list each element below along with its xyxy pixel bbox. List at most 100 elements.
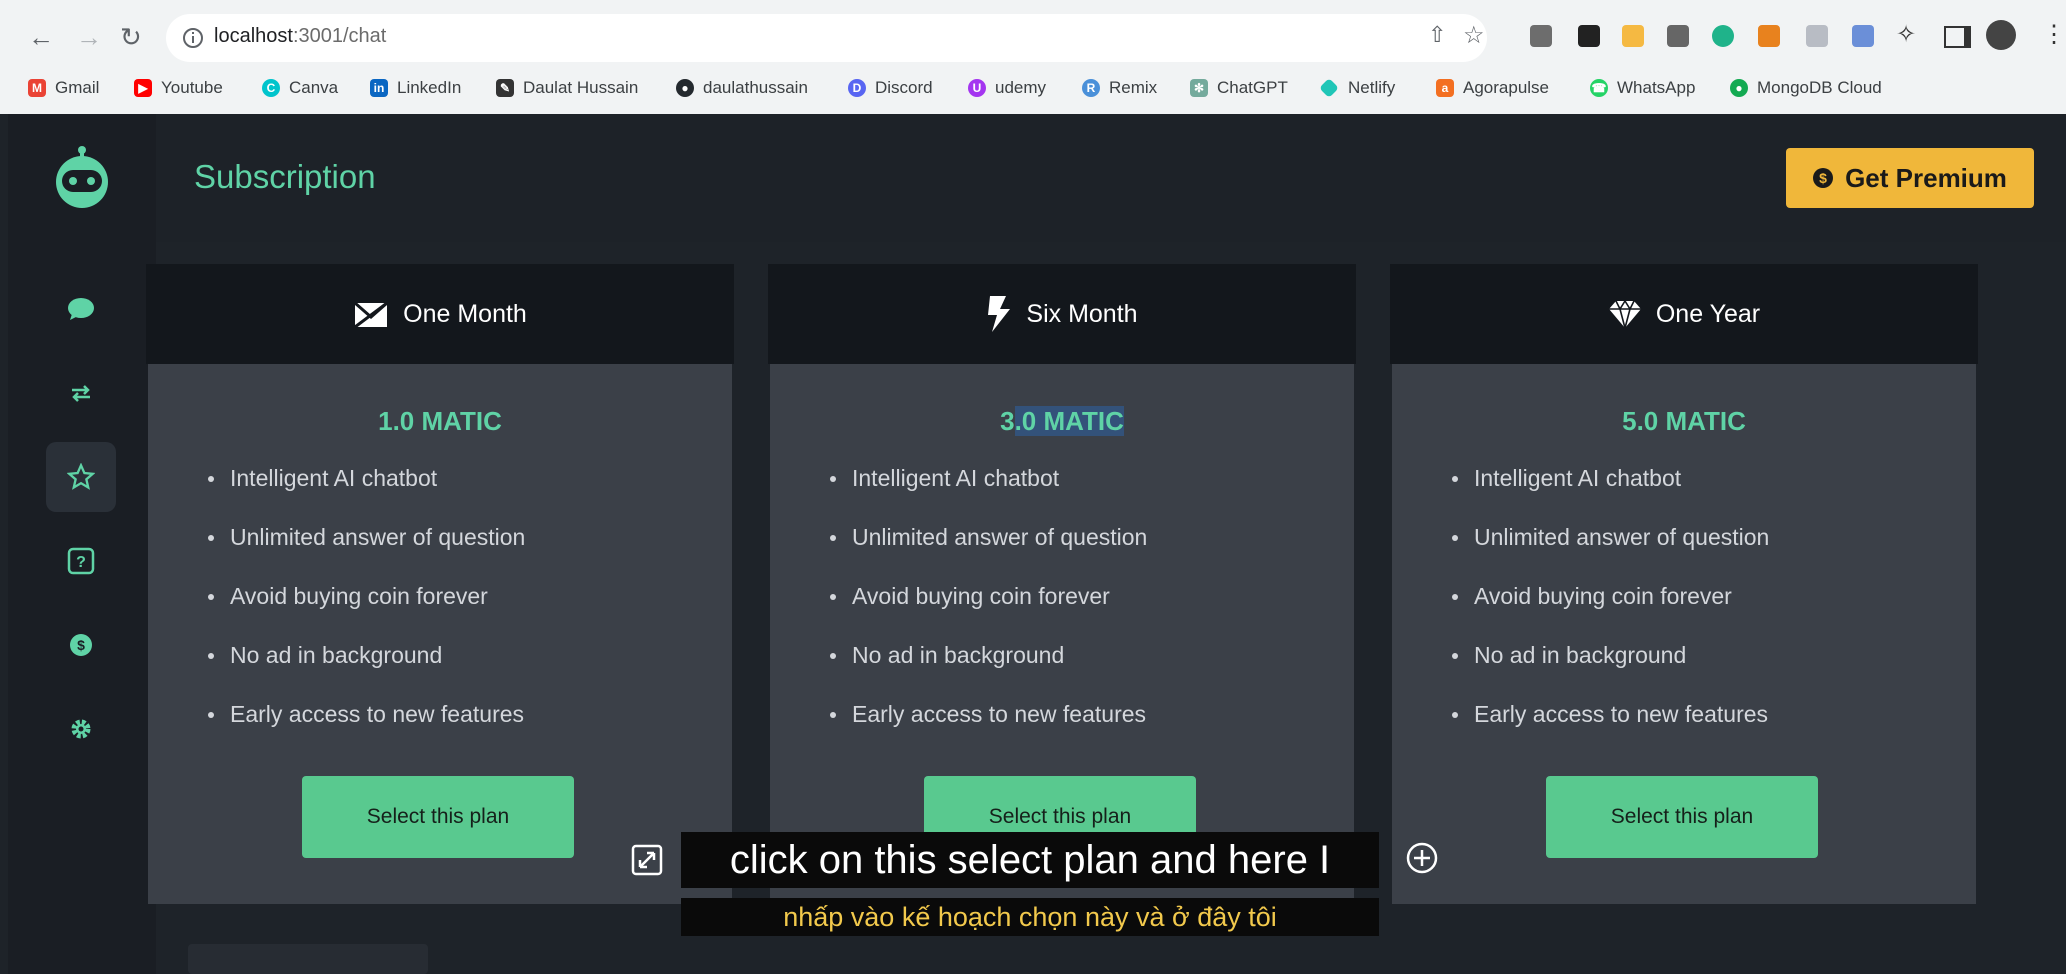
- feature-item: Avoid buying coin forever: [830, 582, 1147, 641]
- bookmark-github[interactable]: ● daulathussain: [676, 74, 808, 102]
- plan-price: 5.0 MATIC: [1622, 406, 1746, 436]
- svg-text:?: ?: [76, 554, 86, 571]
- feature-item: Intelligent AI chatbot: [830, 464, 1147, 523]
- plan-card-header: One Year: [1390, 264, 1978, 364]
- bookmark-udemy[interactable]: Uudemy: [968, 74, 1046, 102]
- diamond-icon: [1608, 299, 1641, 329]
- sidebar-item-payment[interactable]: $: [46, 610, 116, 680]
- bookmark-youtube[interactable]: ▶ Youtube: [134, 74, 223, 102]
- plan-card-body: 1.0 MATIC Intelligent AI chatbot Unlimit…: [148, 364, 732, 904]
- get-premium-label: Get Premium: [1845, 162, 2007, 193]
- brush-icon: ✎: [496, 79, 514, 97]
- gear-icon: [71, 719, 91, 739]
- eyedropper-icon[interactable]: [1578, 25, 1600, 47]
- bookmark-daulat-hussain[interactable]: ✎ Daulat Hussain: [496, 74, 638, 102]
- bookmark-agorapulse[interactable]: a Agorapulse: [1436, 74, 1549, 102]
- plan-name: One Year: [1655, 299, 1761, 328]
- feature-item: No ad in background: [208, 641, 525, 700]
- profile-avatar[interactable]: [1986, 20, 2016, 50]
- bookmark-label: Netlify: [1348, 78, 1396, 97]
- bookmark-gmail[interactable]: M Gmail: [28, 74, 99, 102]
- bookmark-label: Youtube: [161, 78, 223, 97]
- expand-icon[interactable]: [630, 843, 664, 877]
- mongodb-icon: ●: [1730, 79, 1748, 97]
- browser-toolbar: ← → ↻ localhost:3001/chat ⇧ ☆ ✧ ⋮ M Gmail…: [0, 0, 2066, 114]
- url-text[interactable]: localhost:3001/chat: [214, 25, 386, 48]
- agorapulse-icon: a: [1436, 79, 1454, 97]
- sidebar-item-help[interactable]: ?: [46, 526, 116, 596]
- chatgpt-icon: ✻: [1190, 79, 1208, 97]
- puzzle-icon[interactable]: ✧: [1896, 20, 1916, 49]
- address-bar[interactable]: localhost:3001/chat ⇧ ☆: [166, 14, 1487, 62]
- chat-icon: [68, 298, 94, 320]
- bookmark-label: LinkedIn: [397, 78, 462, 97]
- metamask-icon[interactable]: [1758, 25, 1780, 47]
- envelope-icon: [354, 301, 389, 329]
- partial-element: [188, 944, 428, 974]
- swap-icon: [72, 385, 90, 402]
- plan-price: 1.0 MATIC: [378, 406, 502, 436]
- bookmark-star-icon[interactable]: ☆: [1463, 21, 1485, 50]
- feature-list: Intelligent AI chatbot Unlimited answer …: [1452, 464, 1769, 759]
- extension-icon[interactable]: [1530, 25, 1552, 47]
- menu-icon[interactable]: ⋮: [2042, 20, 2066, 49]
- sidebar-item-subscription[interactable]: [46, 442, 116, 512]
- youtube-icon: ▶: [134, 79, 152, 97]
- bookmark-whatsapp[interactable]: ☎ WhatsApp: [1590, 74, 1695, 102]
- get-premium-button[interactable]: $ Get Premium: [1786, 148, 2034, 208]
- github-icon: ●: [676, 79, 694, 97]
- add-circle-icon[interactable]: [1405, 841, 1439, 875]
- netlify-icon: [1319, 78, 1339, 98]
- feature-list: Intelligent AI chatbot Unlimited answer …: [830, 464, 1147, 759]
- linkedin-icon: in: [370, 79, 388, 97]
- feature-item: Early access to new features: [1452, 700, 1769, 759]
- bookmark-canva[interactable]: C Canva: [262, 74, 338, 102]
- bookmark-linkedin[interactable]: in LinkedIn: [370, 74, 461, 102]
- select-plan-button[interactable]: Select this plan: [1546, 776, 1818, 858]
- feature-item: Unlimited answer of question: [208, 523, 525, 582]
- select-plan-button[interactable]: Select this plan: [302, 776, 574, 858]
- price-prefix: 3: [1000, 406, 1015, 436]
- camera-icon[interactable]: [1667, 25, 1689, 47]
- bookmark-discord[interactable]: D Discord: [848, 74, 933, 102]
- svg-text:$: $: [77, 637, 85, 653]
- caption-line-english: click on this select plan and here I: [681, 832, 1379, 888]
- sidebar: ? $: [8, 114, 156, 974]
- forward-icon[interactable]: →: [76, 20, 102, 54]
- bookmark-label: Canva: [289, 78, 339, 97]
- extension-icon[interactable]: [1852, 25, 1874, 47]
- sidepanel-icon[interactable]: [1944, 26, 1971, 48]
- reload-icon[interactable]: ↻: [120, 20, 142, 54]
- feature-item: Avoid buying coin forever: [208, 582, 525, 641]
- bookmark-label: Daulat Hussain: [523, 78, 639, 97]
- feature-item: No ad in background: [1452, 641, 1769, 700]
- feature-item: Early access to new features: [830, 700, 1147, 759]
- feature-item: Early access to new features: [208, 700, 525, 759]
- plan-price: 3.0 MATIC: [770, 406, 1354, 437]
- page-header: Subscription $ Get Premium: [156, 114, 2066, 242]
- bookmark-chatgpt[interactable]: ✻ ChatGPT: [1190, 74, 1288, 102]
- dollar-coin-icon: $: [1813, 168, 1834, 188]
- page-title: Subscription: [194, 158, 376, 195]
- feature-item: Unlimited answer of question: [1452, 523, 1769, 582]
- sidebar-item-settings[interactable]: [46, 694, 116, 764]
- bookmark-mongodb[interactable]: ● MongoDB Cloud: [1730, 74, 1882, 102]
- bookmark-remix[interactable]: R Remix: [1082, 74, 1157, 102]
- star-icon: [67, 463, 95, 490]
- gmail-icon: M: [28, 79, 46, 97]
- plan-card-header: Six Month: [768, 264, 1356, 364]
- url-path: :3001/chat: [292, 25, 387, 47]
- robot-logo: [56, 146, 108, 208]
- sidebar-item-chat[interactable]: [46, 274, 116, 344]
- bookmark-netlify[interactable]: Netlify: [1319, 74, 1396, 102]
- grammarly-icon[interactable]: [1712, 25, 1734, 47]
- help-icon: ?: [67, 547, 95, 575]
- plan-card-body: 5.0 MATIC Intelligent AI chatbot Unlimit…: [1392, 364, 1976, 904]
- lightning-icon: [988, 296, 1011, 332]
- info-icon[interactable]: [182, 27, 204, 49]
- shield-icon[interactable]: [1806, 25, 1828, 47]
- share-icon[interactable]: ⇧: [1428, 22, 1446, 48]
- extension-icon[interactable]: [1622, 25, 1644, 47]
- back-icon[interactable]: ←: [28, 20, 54, 54]
- sidebar-item-transfer[interactable]: [46, 358, 116, 428]
